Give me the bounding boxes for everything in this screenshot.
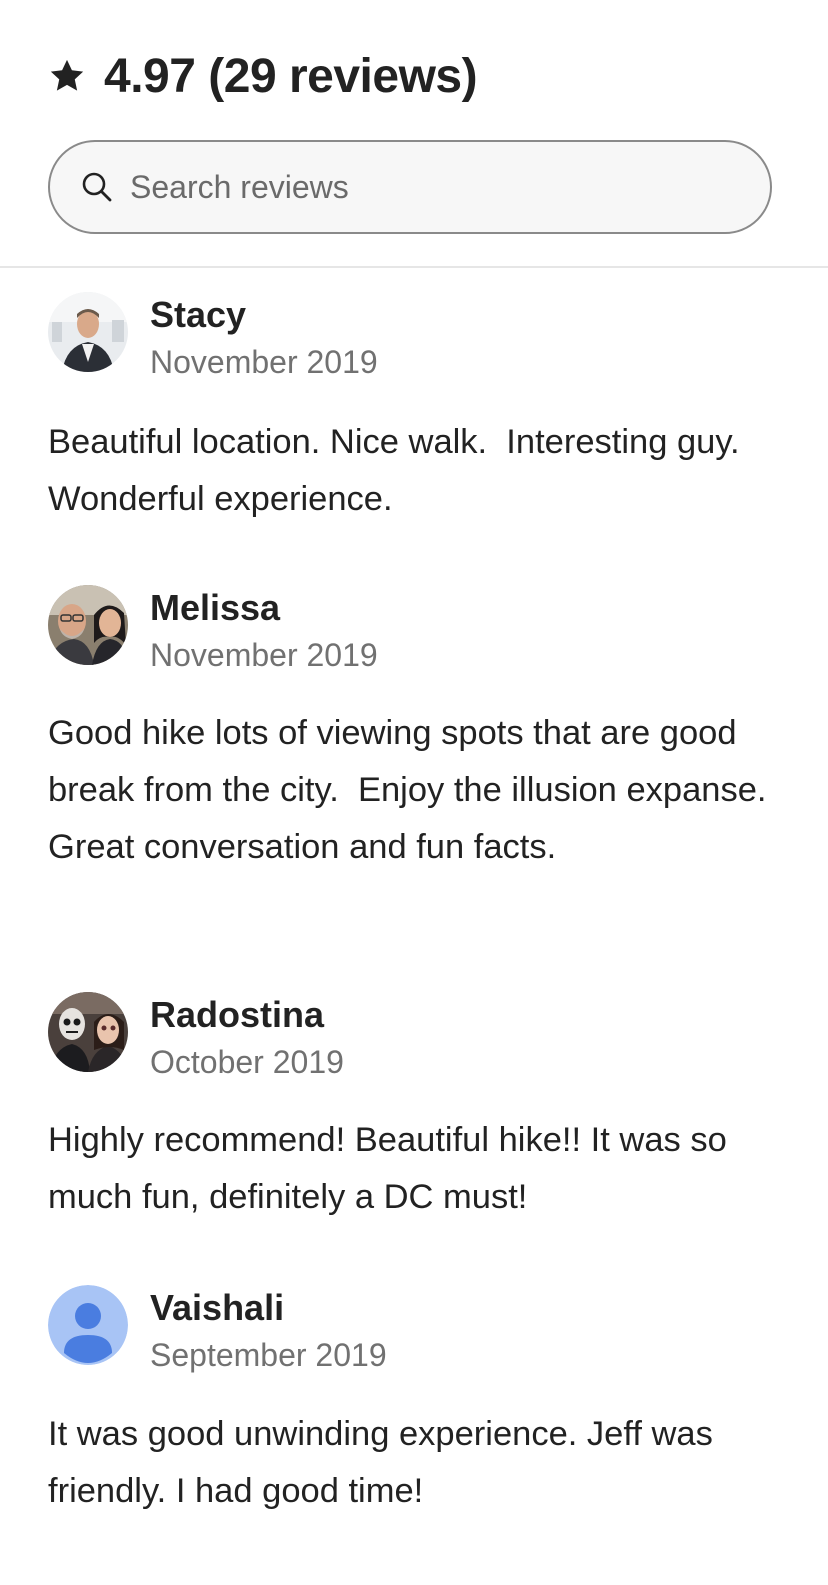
reviewer-name[interactable]: Melissa <box>150 587 280 629</box>
review-header: Vaishali September 2019 <box>48 1285 778 1377</box>
review-header: Melissa November 2019 <box>48 585 778 677</box>
reviewer-name[interactable]: Stacy <box>150 294 246 336</box>
review-date: November 2019 <box>150 637 378 673</box>
person-icon <box>48 1285 128 1365</box>
review-item: Stacy November 2019 Beautiful location. … <box>48 292 778 518</box>
avatar[interactable] <box>48 585 128 665</box>
review-header: Stacy November 2019 <box>48 292 778 384</box>
avatar[interactable] <box>48 1285 128 1365</box>
reviewer-name[interactable]: Vaishali <box>150 1287 284 1329</box>
review-item: Melissa November 2019 Good hike lots of … <box>48 585 778 866</box>
review-text: Good hike lots of viewing spots that are… <box>48 714 777 866</box>
review-text: Highly recommend! Beautiful hike!! It wa… <box>48 1121 737 1216</box>
review-date: November 2019 <box>150 344 378 380</box>
review-date: September 2019 <box>150 1337 387 1373</box>
search-bar[interactable] <box>48 140 772 234</box>
reviewer-name[interactable]: Radostina <box>150 994 324 1036</box>
review-item: Vaishali September 2019 It was good unwi… <box>48 1285 778 1510</box>
review-header: Radostina October 2019 <box>48 992 778 1084</box>
review-text: Beautiful location. Nice walk. Interesti… <box>48 423 759 518</box>
avatar[interactable] <box>48 992 128 1072</box>
star-icon <box>48 57 86 95</box>
reviews-header: 4.97 (29 reviews) <box>0 0 828 268</box>
rating-text: 4.97 (29 reviews) <box>104 49 478 103</box>
avatar[interactable] <box>48 292 128 372</box>
reviews-page: 4.97 (29 reviews) Search reviews Stacy N… <box>0 0 828 1585</box>
review-date: October 2019 <box>150 1044 344 1080</box>
review-item: Radostina October 2019 Highly recommend!… <box>48 992 778 1216</box>
search-input[interactable] <box>130 168 730 206</box>
search-icon <box>80 170 114 204</box>
review-text: It was good unwinding experience. Jeff w… <box>48 1415 723 1510</box>
rating-summary: 4.97 (29 reviews) <box>48 44 478 108</box>
